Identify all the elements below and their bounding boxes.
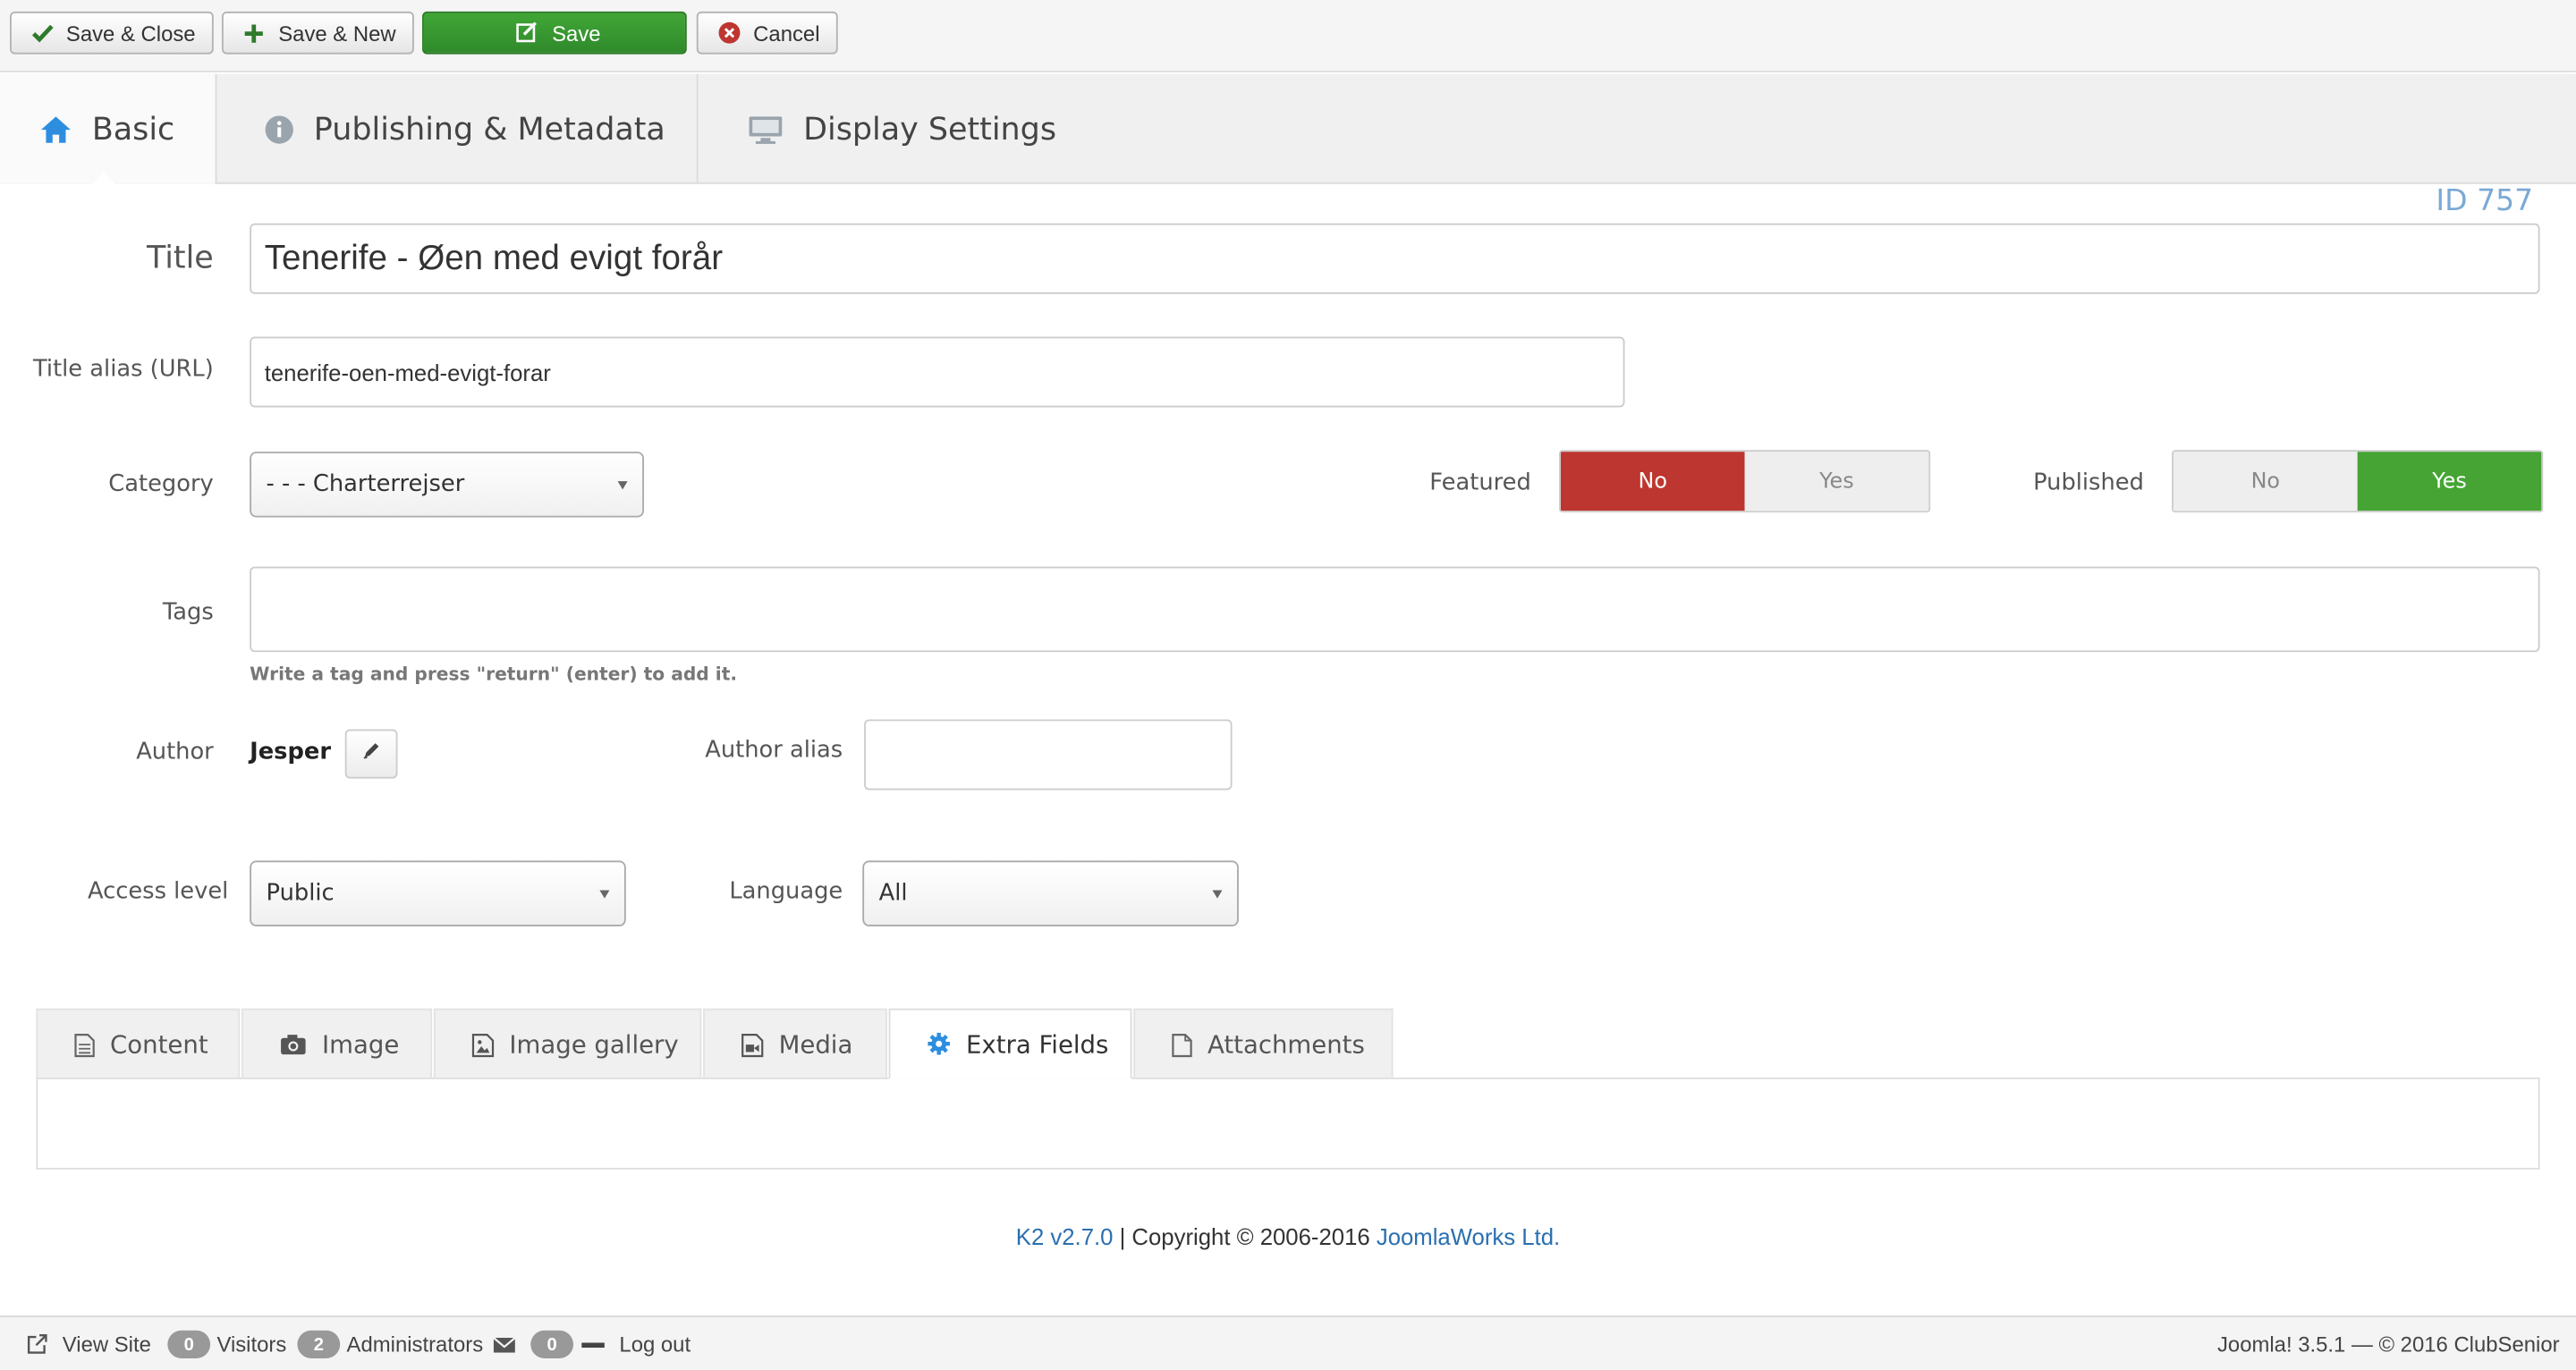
author-name: Jesper bbox=[250, 739, 332, 765]
admins-label: Administrators bbox=[346, 1332, 484, 1357]
tab-extra-fields-label: Extra Fields bbox=[965, 1028, 1109, 1059]
category-select[interactable]: - - - Charterrejser bbox=[250, 452, 644, 518]
access-level-label: Access level bbox=[87, 878, 229, 906]
tab-display-label: Display Settings bbox=[803, 110, 1057, 148]
view-site-label: View Site bbox=[62, 1332, 151, 1357]
page: Save & Close Save & New Save Cancel Basi… bbox=[0, 0, 2576, 1370]
tab-media-label: Media bbox=[778, 1029, 853, 1060]
tab-attachments-label: Attachments bbox=[1207, 1029, 1365, 1060]
pencil-icon bbox=[361, 740, 381, 769]
item-id: ID 757 bbox=[2436, 183, 2534, 219]
save-button[interactable]: Save bbox=[422, 11, 687, 55]
featured-toggle: No Yes bbox=[1559, 450, 1931, 513]
active-tab-pointer bbox=[90, 172, 117, 186]
save-label: Save bbox=[552, 20, 601, 46]
language-select[interactable]: All bbox=[862, 860, 1239, 926]
tags-input[interactable] bbox=[250, 566, 2540, 653]
camera-icon bbox=[279, 1033, 307, 1056]
check-icon bbox=[30, 20, 55, 46]
view-site-link[interactable]: View Site bbox=[26, 1317, 151, 1370]
video-file-icon bbox=[741, 1032, 764, 1057]
chevron-down-icon bbox=[1212, 890, 1223, 899]
messages-count-badge: 0 bbox=[530, 1330, 574, 1358]
edit-author-button[interactable] bbox=[344, 729, 398, 779]
alias-input[interactable]: tenerife-oen-med-evigt-forar bbox=[250, 336, 1625, 408]
edit-icon bbox=[514, 20, 540, 46]
title-label: Title bbox=[146, 240, 214, 276]
tab-display[interactable]: Display Settings bbox=[699, 74, 1126, 184]
cancel-icon bbox=[716, 20, 742, 46]
tab-basic[interactable]: Basic bbox=[0, 73, 216, 184]
featured-label: Featured bbox=[1429, 469, 1531, 496]
version-info: Joomla! 3.5.1 — © 2016 ClubSenior bbox=[2216, 1332, 2560, 1357]
tab-extra-fields[interactable]: Extra Fields bbox=[888, 1008, 1132, 1079]
copyright-footer: K2 v2.7.0 | Copyright © 2006-2016 Joomla… bbox=[0, 1223, 2576, 1249]
envelope-icon bbox=[493, 1336, 516, 1352]
visitors-status[interactable]: 0 Visitors bbox=[167, 1317, 286, 1370]
file-icon bbox=[1172, 1032, 1193, 1057]
visitors-label: Visitors bbox=[216, 1332, 287, 1357]
save-close-label: Save & Close bbox=[65, 20, 196, 46]
tab-attachments[interactable]: Attachments bbox=[1133, 1008, 1394, 1079]
chevron-down-icon bbox=[617, 481, 628, 490]
tab-publishing[interactable]: Publishing & Metadata bbox=[216, 74, 696, 184]
main-tabbar: Basic Publishing & Metadata Display Sett… bbox=[0, 73, 2576, 218]
tab-image-gallery-label: Image gallery bbox=[509, 1029, 679, 1060]
joomlaworks-link[interactable]: JoomlaWorks Ltd. bbox=[1377, 1223, 1560, 1249]
admins-count-badge: 2 bbox=[297, 1330, 341, 1358]
picture-icon bbox=[471, 1032, 495, 1057]
logout-link[interactable]: Log out bbox=[581, 1317, 691, 1370]
published-no-button[interactable]: No bbox=[2173, 452, 2358, 512]
logout-label: Log out bbox=[619, 1332, 691, 1357]
access-level-select[interactable]: Public bbox=[250, 860, 626, 926]
access-level-value: Public bbox=[266, 880, 335, 907]
tab-publishing-label: Publishing & Metadata bbox=[313, 110, 665, 148]
external-link-icon bbox=[26, 1333, 47, 1355]
published-yes-button[interactable]: Yes bbox=[2357, 452, 2542, 512]
tab-content-label: Content bbox=[110, 1029, 208, 1060]
tags-label: Tags bbox=[162, 599, 214, 626]
chevron-down-icon bbox=[599, 890, 610, 899]
tab-content[interactable]: Content bbox=[36, 1008, 241, 1079]
copyright-text: | Copyright © 2006-2016 bbox=[1113, 1223, 1377, 1250]
author-alias-label: Author alias bbox=[705, 737, 843, 765]
tags-hint: Write a tag and press "return" (enter) t… bbox=[250, 664, 738, 685]
author-alias-input[interactable] bbox=[864, 719, 1233, 791]
cancel-button[interactable]: Cancel bbox=[696, 11, 838, 55]
author-label: Author bbox=[136, 739, 214, 765]
tab-image-label: Image bbox=[321, 1029, 400, 1060]
administrators-status[interactable]: 2 Administrators bbox=[297, 1317, 483, 1370]
cancel-label: Cancel bbox=[753, 20, 820, 46]
language-label: Language bbox=[729, 878, 843, 906]
featured-yes-button[interactable]: Yes bbox=[1744, 452, 1929, 512]
title-input[interactable]: Tenerife - Øen med evigt forår bbox=[250, 223, 2540, 294]
published-toggle: No Yes bbox=[2172, 450, 2544, 513]
tab-panel bbox=[36, 1077, 2540, 1170]
document-icon bbox=[74, 1032, 96, 1057]
published-label: Published bbox=[2033, 469, 2144, 496]
monitor-icon bbox=[748, 114, 784, 144]
tab-media[interactable]: Media bbox=[703, 1008, 887, 1079]
tab-image-gallery[interactable]: Image gallery bbox=[433, 1008, 702, 1079]
category-value: - - - Charterrejser bbox=[266, 471, 465, 498]
category-label: Category bbox=[108, 471, 214, 498]
save-new-label: Save & New bbox=[278, 20, 396, 46]
k2-version-link[interactable]: K2 v2.7.0 bbox=[1016, 1223, 1114, 1249]
save-new-button[interactable]: Save & New bbox=[221, 11, 414, 55]
gear-icon bbox=[927, 1031, 952, 1056]
minus-icon bbox=[581, 1341, 605, 1348]
save-close-button[interactable]: Save & Close bbox=[10, 11, 214, 55]
featured-no-button[interactable]: No bbox=[1560, 452, 1745, 512]
messages-status[interactable]: 0 bbox=[493, 1317, 580, 1370]
home-icon bbox=[39, 114, 72, 144]
plus-icon bbox=[242, 20, 267, 46]
tab-basic-label: Basic bbox=[91, 110, 175, 148]
tab-image[interactable]: Image bbox=[241, 1008, 433, 1079]
status-bar: View Site 0 Visitors 2 Administrators 0 … bbox=[0, 1315, 2576, 1370]
info-icon bbox=[265, 114, 294, 144]
visitors-count-badge: 0 bbox=[167, 1330, 211, 1358]
toolbar: Save & Close Save & New Save Cancel bbox=[0, 0, 2576, 72]
alias-label: Title alias (URL) bbox=[33, 356, 214, 383]
language-value: All bbox=[878, 880, 908, 907]
